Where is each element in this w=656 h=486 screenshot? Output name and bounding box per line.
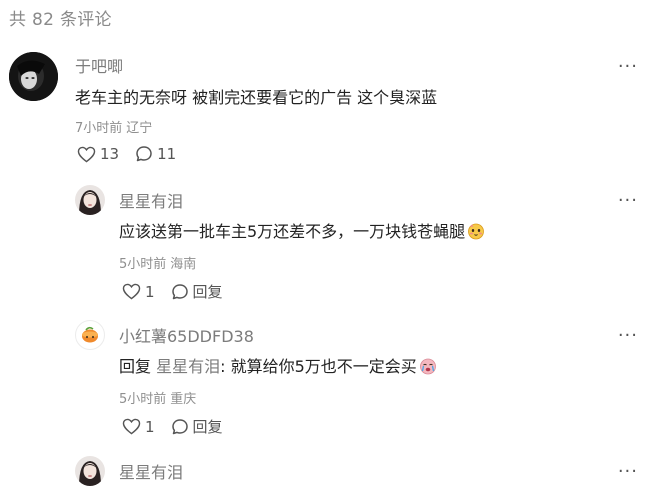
cute-face-emoji-icon: [468, 223, 485, 240]
comment-actions: 13 11: [77, 145, 176, 163]
comment-author[interactable]: 于吧唧: [75, 53, 123, 77]
avatar-image: [75, 185, 105, 215]
reply-text: 应该送第一批车主5万还差不多，一万块钱苍蝇腿: [119, 218, 485, 242]
avatar-image: [9, 52, 58, 101]
reply-author[interactable]: 星星有泪: [119, 459, 183, 483]
more-options-icon[interactable]: ···: [618, 463, 638, 481]
heart-icon: [122, 418, 141, 435]
more-options-icon[interactable]: ···: [618, 327, 638, 345]
reply-location: 重庆: [170, 392, 197, 407]
reply-button[interactable]: 回复: [171, 281, 223, 302]
comment-text: 老车主的无奈呀 被割完还要看它的广告 这个臭深蓝: [75, 88, 438, 107]
heart-icon: [122, 283, 141, 300]
comment-section: 共 82 条评论 于吧唧 ··· 老车主的无奈呀 被割完还要看它的广告 这个臭深…: [0, 0, 656, 486]
reply-prefix: 回复: [119, 357, 152, 376]
more-options-icon[interactable]: ···: [618, 58, 638, 76]
avatar[interactable]: [75, 456, 105, 486]
avatar[interactable]: [75, 185, 105, 215]
more-options-icon[interactable]: ···: [618, 192, 638, 210]
reply-label: 回复: [192, 283, 223, 301]
comment-bubble-icon: [171, 418, 188, 434]
reply-actions: 1 回复: [122, 416, 223, 437]
crying-face-emoji-icon: [419, 358, 436, 375]
comment-time: 7小时前: [75, 121, 123, 136]
avatar-image: [75, 456, 105, 486]
reply-text-content: : 就算给你5万也不一定会买: [220, 357, 417, 376]
like-button[interactable]: 13: [77, 145, 119, 163]
heart-icon: [77, 146, 96, 162]
like-button[interactable]: 1: [122, 283, 155, 301]
comment-bubble-icon: [171, 283, 188, 299]
reply-meta: 5小时前 海南: [119, 253, 196, 272]
reply-count-button[interactable]: 11: [135, 145, 176, 163]
like-count: 1: [145, 282, 155, 301]
reply-label: 回复: [192, 418, 223, 436]
reply-count: 11: [157, 145, 177, 163]
reply-location: 海南: [170, 257, 197, 272]
reply-text: 回复 星星有泪: 就算给你5万也不一定会买: [119, 353, 437, 377]
like-count: 13: [100, 145, 120, 163]
avatar[interactable]: [75, 320, 105, 350]
reply-text-content: 应该送第一批车主5万还差不多，一万块钱苍蝇腿: [119, 222, 466, 241]
comment-bubble-icon: [136, 146, 152, 162]
avatar[interactable]: [9, 52, 58, 101]
like-button[interactable]: 1: [122, 418, 155, 436]
reply-author[interactable]: 星星有泪: [119, 188, 183, 212]
reply-author[interactable]: 小红薯65DDFD38: [119, 323, 254, 347]
comment-location: 辽宁: [126, 121, 153, 136]
comment-meta: 7小时前 辽宁: [75, 117, 152, 136]
like-count: 1: [145, 417, 155, 436]
reply-button[interactable]: 回复: [171, 416, 223, 437]
reply-target-user[interactable]: 星星有泪: [156, 357, 220, 376]
avatar-image: [82, 326, 98, 343]
comment-count: 共 82 条评论: [9, 10, 112, 30]
reply-time: 5小时前: [119, 392, 167, 407]
reply-time: 5小时前: [119, 257, 167, 272]
reply-actions: 1 回复: [122, 281, 223, 302]
reply-meta: 5小时前 重庆: [119, 388, 196, 407]
